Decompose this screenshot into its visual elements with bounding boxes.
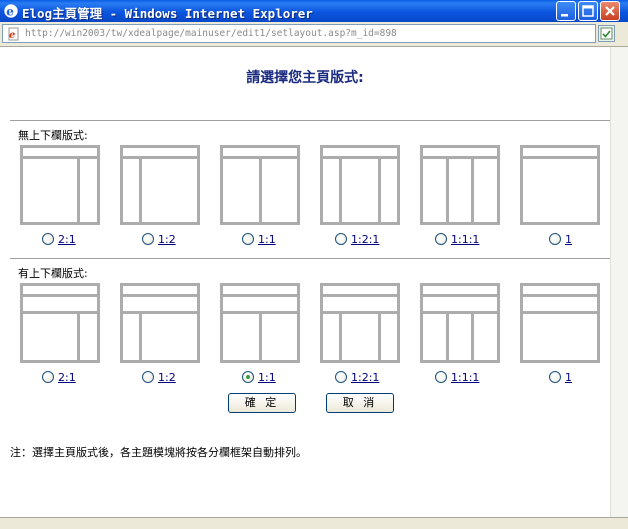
option-label[interactable]: 2:1 — [58, 233, 76, 246]
address-url: http://win2003/tw/xdealpage/mainuser/edi… — [25, 28, 397, 39]
option-label[interactable]: 1:2 — [158, 371, 176, 384]
maximize-button[interactable] — [578, 1, 598, 21]
option-label[interactable]: 1 — [565, 371, 572, 384]
status-bar — [0, 517, 628, 529]
layout-header-1-1-1-icon[interactable] — [420, 283, 500, 363]
radio-header-1[interactable] — [549, 371, 561, 383]
option-label[interactable]: 1:1:1 — [451, 371, 479, 384]
cancel-button[interactable]: 取 消 — [326, 393, 394, 413]
address-field[interactable]: e http://win2003/tw/xdealpage/mainuser/e… — [2, 24, 596, 43]
layout-header-1-2-icon[interactable] — [120, 283, 200, 363]
option-label[interactable]: 1:1:1 — [451, 233, 479, 246]
layout-1-icon[interactable] — [520, 145, 600, 225]
svg-text:e: e — [6, 5, 14, 19]
vertical-scrollbar[interactable] — [610, 47, 628, 517]
window-title: Elog主頁管理 - Windows Internet Explorer — [22, 6, 313, 21]
radio-2-1[interactable] — [42, 233, 54, 245]
page-status-icon — [600, 27, 613, 40]
section-no-header-label: 無上下欄版式: — [18, 129, 88, 142]
maximize-icon — [582, 5, 594, 17]
divider — [10, 258, 610, 259]
minimize-icon — [561, 14, 568, 17]
layout-1-2-icon[interactable] — [120, 145, 200, 225]
page-icon: e — [8, 27, 19, 41]
layout-1-1-1-icon[interactable] — [420, 145, 500, 225]
option-label[interactable]: 1:1 — [258, 371, 276, 384]
layout-header-1-1-icon[interactable] — [220, 283, 300, 363]
radio-header-1-2-1[interactable] — [335, 371, 347, 383]
layout-1-2-1-icon[interactable] — [320, 145, 400, 225]
option-label[interactable]: 2:1 — [58, 371, 76, 384]
browser-window: e Elog主頁管理 - Windows Internet Explorer e… — [0, 0, 628, 529]
radio-1-1[interactable] — [242, 233, 254, 245]
option-label[interactable]: 1 — [565, 233, 572, 246]
radio-1-1-1[interactable] — [435, 233, 447, 245]
confirm-button[interactable]: 確 定 — [228, 393, 296, 413]
layout-note: 注：選擇主頁版式後，各主題模塊將按各分欄框架自動排列。 — [10, 446, 307, 459]
compatibility-icon[interactable] — [598, 25, 615, 42]
section-with-header-label: 有上下欄版式: — [18, 267, 88, 280]
radio-header-1-2[interactable] — [142, 371, 154, 383]
layout-1-1-icon[interactable] — [220, 145, 300, 225]
page-content: 請選擇您主頁版式: 無上下欄版式: 2:1 1:2 1:1 1:2:1 1:1:… — [0, 47, 610, 517]
option-label[interactable]: 1:2 — [158, 233, 176, 246]
radio-1-2-1[interactable] — [335, 233, 347, 245]
layout-header-2-1-icon[interactable] — [20, 283, 100, 363]
option-label[interactable]: 1:2:1 — [351, 371, 379, 384]
minimize-button[interactable] — [556, 1, 576, 21]
ie-logo-icon: e — [4, 4, 18, 19]
layout-header-1-2-1-icon[interactable] — [320, 283, 400, 363]
close-button[interactable] — [600, 1, 620, 21]
svg-text:e: e — [9, 30, 15, 41]
page-heading: 請選擇您主頁版式: — [246, 70, 364, 86]
address-bar: e http://win2003/tw/xdealpage/mainuser/e… — [0, 22, 628, 47]
layout-header-1-icon[interactable] — [520, 283, 600, 363]
option-label[interactable]: 1:1 — [258, 233, 276, 246]
option-label[interactable]: 1:2:1 — [351, 233, 379, 246]
close-icon — [605, 6, 615, 16]
radio-1-2[interactable] — [142, 233, 154, 245]
divider — [10, 120, 610, 121]
radio-header-2-1[interactable] — [42, 371, 54, 383]
radio-1[interactable] — [549, 233, 561, 245]
title-bar[interactable]: e Elog主頁管理 - Windows Internet Explorer — [0, 0, 628, 22]
layout-2-1-icon[interactable] — [20, 145, 100, 225]
radio-header-1-1-selected[interactable] — [242, 371, 254, 383]
radio-header-1-1-1[interactable] — [435, 371, 447, 383]
